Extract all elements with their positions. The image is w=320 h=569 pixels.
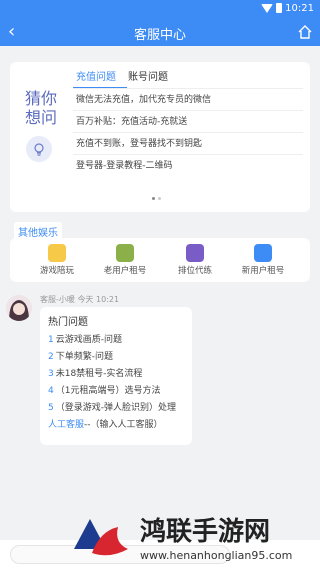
manual-service-link[interactable]: 人工客服 [48, 420, 84, 430]
pager-dot-active [152, 197, 155, 200]
entertainment-item-label: 游戏陪玩 [39, 266, 74, 276]
lightbulb-icon [26, 136, 52, 162]
agent-avatar [6, 295, 32, 321]
question-number: 4 [48, 386, 54, 396]
question-text: 云游戏画质-问题 [55, 335, 122, 345]
guess-line-2: 想问 [24, 108, 57, 127]
question-text: 未18禁租号-实名流程 [55, 369, 143, 379]
chat-meta: 客服-小暖 今天 10:21 [40, 294, 119, 305]
faq-item[interactable]: 百万补贴：充值活动-充就送 [73, 110, 303, 132]
question-text: 下单频繁-问题 [55, 352, 113, 362]
page-title: 客服中心 [133, 28, 186, 43]
pager-dot [158, 197, 161, 200]
question-number: 3 [48, 369, 54, 379]
tab-recharge[interactable]: 充值问题 [76, 68, 116, 83]
nav-bar: ‹ 客服中心 [0, 18, 320, 46]
watermark-url: www.henanhonglian95.com [140, 549, 293, 562]
question-text: （登录游戏-弹人脸识别）处理 [55, 403, 176, 413]
old-user-rent-icon [116, 244, 134, 262]
chat-time: 今天 10:21 [77, 295, 120, 304]
hot-questions-title: 热门问题 [48, 317, 88, 328]
hot-question[interactable]: 2 下单频繁-问题 [48, 349, 184, 366]
entertainment-item-rank[interactable]: 排位代练 [160, 244, 230, 276]
manual-service-hint: --（输入人工客服） [84, 420, 163, 430]
entertainment-item-new-rent[interactable]: 新用户租号 [228, 244, 298, 276]
faq-item[interactable]: 微信无法充值，加代充专员的微信 [73, 88, 303, 110]
status-icons [261, 3, 282, 13]
wifi-icon [261, 3, 273, 13]
battery-icon [276, 3, 282, 13]
pager-dots [152, 197, 161, 200]
status-time: 10:21 [285, 3, 314, 14]
entertainment-item-old-rent[interactable]: 老用户租号 [90, 244, 160, 276]
guess-label: 猜你 想问 [22, 89, 60, 127]
site-logo-icon [74, 519, 128, 556]
question-number: 1 [48, 335, 54, 345]
manual-service[interactable]: 人工客服--（输入人工客服） [48, 417, 184, 434]
tab-account[interactable]: 账号问题 [128, 68, 168, 83]
question-text: （1元租高端号）选号方法 [55, 386, 161, 396]
question-number: 5 [48, 403, 54, 413]
faq-item[interactable]: 登号器-登录教程-二维码 [73, 154, 303, 176]
home-icon[interactable] [298, 24, 312, 43]
entertainment-item-label: 排位代练 [177, 266, 212, 276]
watermark: 鸿联手游网 www.henanhonglian95.com [70, 505, 320, 569]
faq-tabs: 充值问题 账号问题 [73, 66, 303, 89]
rank-boost-icon [186, 244, 204, 262]
hot-question[interactable]: 3 未18禁租号-实名流程 [48, 366, 184, 383]
new-user-rent-icon [254, 244, 272, 262]
entertainment-item-play[interactable]: 游戏陪玩 [22, 244, 92, 276]
game-companion-icon [48, 244, 66, 262]
faq-item[interactable]: 充值不到账，登号器找不到钥匙 [73, 132, 303, 154]
watermark-title: 鸿联手游网 [140, 517, 271, 547]
hot-question[interactable]: 4 （1元租高端号）选号方法 [48, 383, 184, 400]
entertainment-item-label: 老用户租号 [103, 266, 147, 276]
faq-list: 微信无法充值，加代充专员的微信 百万补贴：充值活动-充就送 充值不到账，登号器找… [73, 88, 303, 176]
agent-name: 客服-小暖 [40, 295, 75, 304]
entertainment-item-label: 新用户租号 [241, 266, 285, 276]
question-number: 2 [48, 352, 54, 362]
hot-question[interactable]: 1 云游戏画质-问题 [48, 332, 184, 349]
chat-bubble: 热门问题 1 云游戏画质-问题 2 下单频繁-问题 3 未18禁租号-实名流程 4 （1… [40, 307, 192, 445]
guess-line-1: 猜你 [24, 89, 57, 108]
status-bar: 10:21 [0, 0, 320, 18]
hot-question[interactable]: 5 （登录游戏-弹人脸识别）处理 [48, 400, 184, 417]
